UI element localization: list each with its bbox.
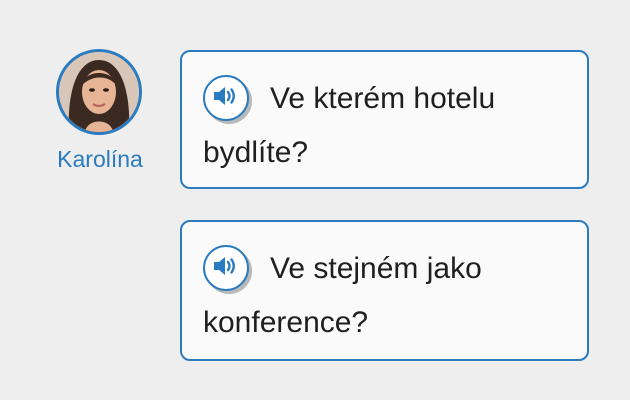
person-portrait-icon xyxy=(59,52,139,132)
speaker-name: Karolína xyxy=(57,146,143,172)
speaker-audio-icon xyxy=(214,87,235,105)
play-audio-button[interactable] xyxy=(203,75,252,121)
speaker-audio-icon xyxy=(214,257,235,275)
speaker-avatar xyxy=(56,49,142,135)
play-audio-button[interactable] xyxy=(203,245,252,291)
message-bubble: Ve stejném jako konference? xyxy=(180,220,589,361)
message-bubble: Ve kterém hotelu bydlíte? xyxy=(180,50,589,189)
